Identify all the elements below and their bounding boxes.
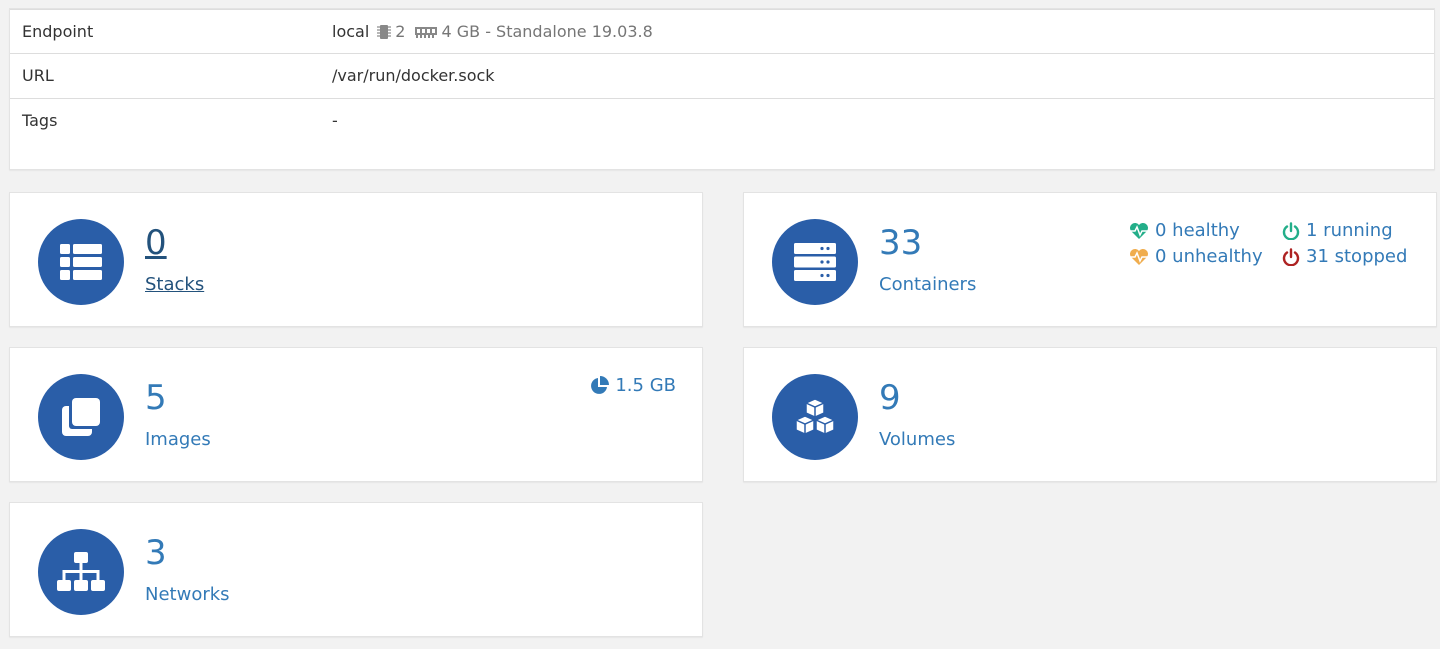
endpoint-label: Endpoint [22,22,94,41]
cpu-count: 2 [395,22,406,41]
images-label: Images [145,429,211,450]
url-row: URL /var/run/docker.sock [10,54,1434,99]
stacks-count[interactable]: 0 [145,223,167,264]
images-size-value: 1.5 GB [615,375,676,396]
healthy-count: 0 healthy [1155,220,1240,241]
power-icon [1282,221,1300,240]
pie-chart-icon [591,375,610,394]
healthy-status: 0 healthy [1129,220,1240,241]
containers-label: Containers [879,274,977,295]
containers-count: 33 [879,223,923,263]
th-list-icon [38,219,124,305]
stopped-count: 31 stopped [1306,246,1408,267]
endpoint-name: local [332,22,370,41]
memory-icon [415,26,438,38]
endpoint-row: Endpoint local 2 4 GB - Standalone 19.03… [10,9,1434,54]
tags-label: Tags [22,111,58,130]
stopped-status: 31 stopped [1282,246,1407,267]
containers-card[interactable]: 33 Containers 0 healthy 0 unhealthy 1 ru… [743,192,1437,327]
networks-count: 3 [145,533,167,573]
running-status: 1 running [1282,220,1393,241]
power-icon [1282,247,1300,266]
endpoint-info-panel: Endpoint local 2 4 GB - Standalone 19.03… [9,8,1435,170]
url-label: URL [22,66,54,85]
microchip-icon [377,24,392,39]
unhealthy-count: 0 unhealthy [1155,246,1263,267]
images-count: 5 [145,378,167,418]
sitemap-icon [38,529,124,615]
clone-icon [38,374,124,460]
networks-label: Networks [145,584,230,605]
stacks-card[interactable]: 0 Stacks [9,192,703,327]
unhealthy-status: 0 unhealthy [1129,246,1263,267]
running-count: 1 running [1306,220,1393,241]
endpoint-meta: 2 4 GB - Standalone 19.03.8 [377,22,653,41]
cubes-icon [772,374,858,460]
memory-info: 4 GB - Standalone 19.03.8 [441,22,653,41]
heartbeat-icon [1130,222,1148,239]
url-value: /var/run/docker.sock [332,66,495,85]
volumes-card[interactable]: 9 Volumes [743,347,1437,482]
tags-row: Tags - [10,99,1434,144]
tags-value: - [332,111,338,130]
images-card[interactable]: 5 Images 1.5 GB [9,347,703,482]
volumes-count: 9 [879,378,901,418]
networks-card[interactable]: 3 Networks [9,502,703,637]
stacks-label[interactable]: Stacks [145,274,204,295]
images-size: 1.5 GB [589,375,676,396]
server-icon [772,219,858,305]
endpoint-value: local 2 4 GB - Standalone 19.03.8 [332,22,653,41]
volumes-label: Volumes [879,429,956,450]
heartbeat-icon [1130,248,1148,265]
